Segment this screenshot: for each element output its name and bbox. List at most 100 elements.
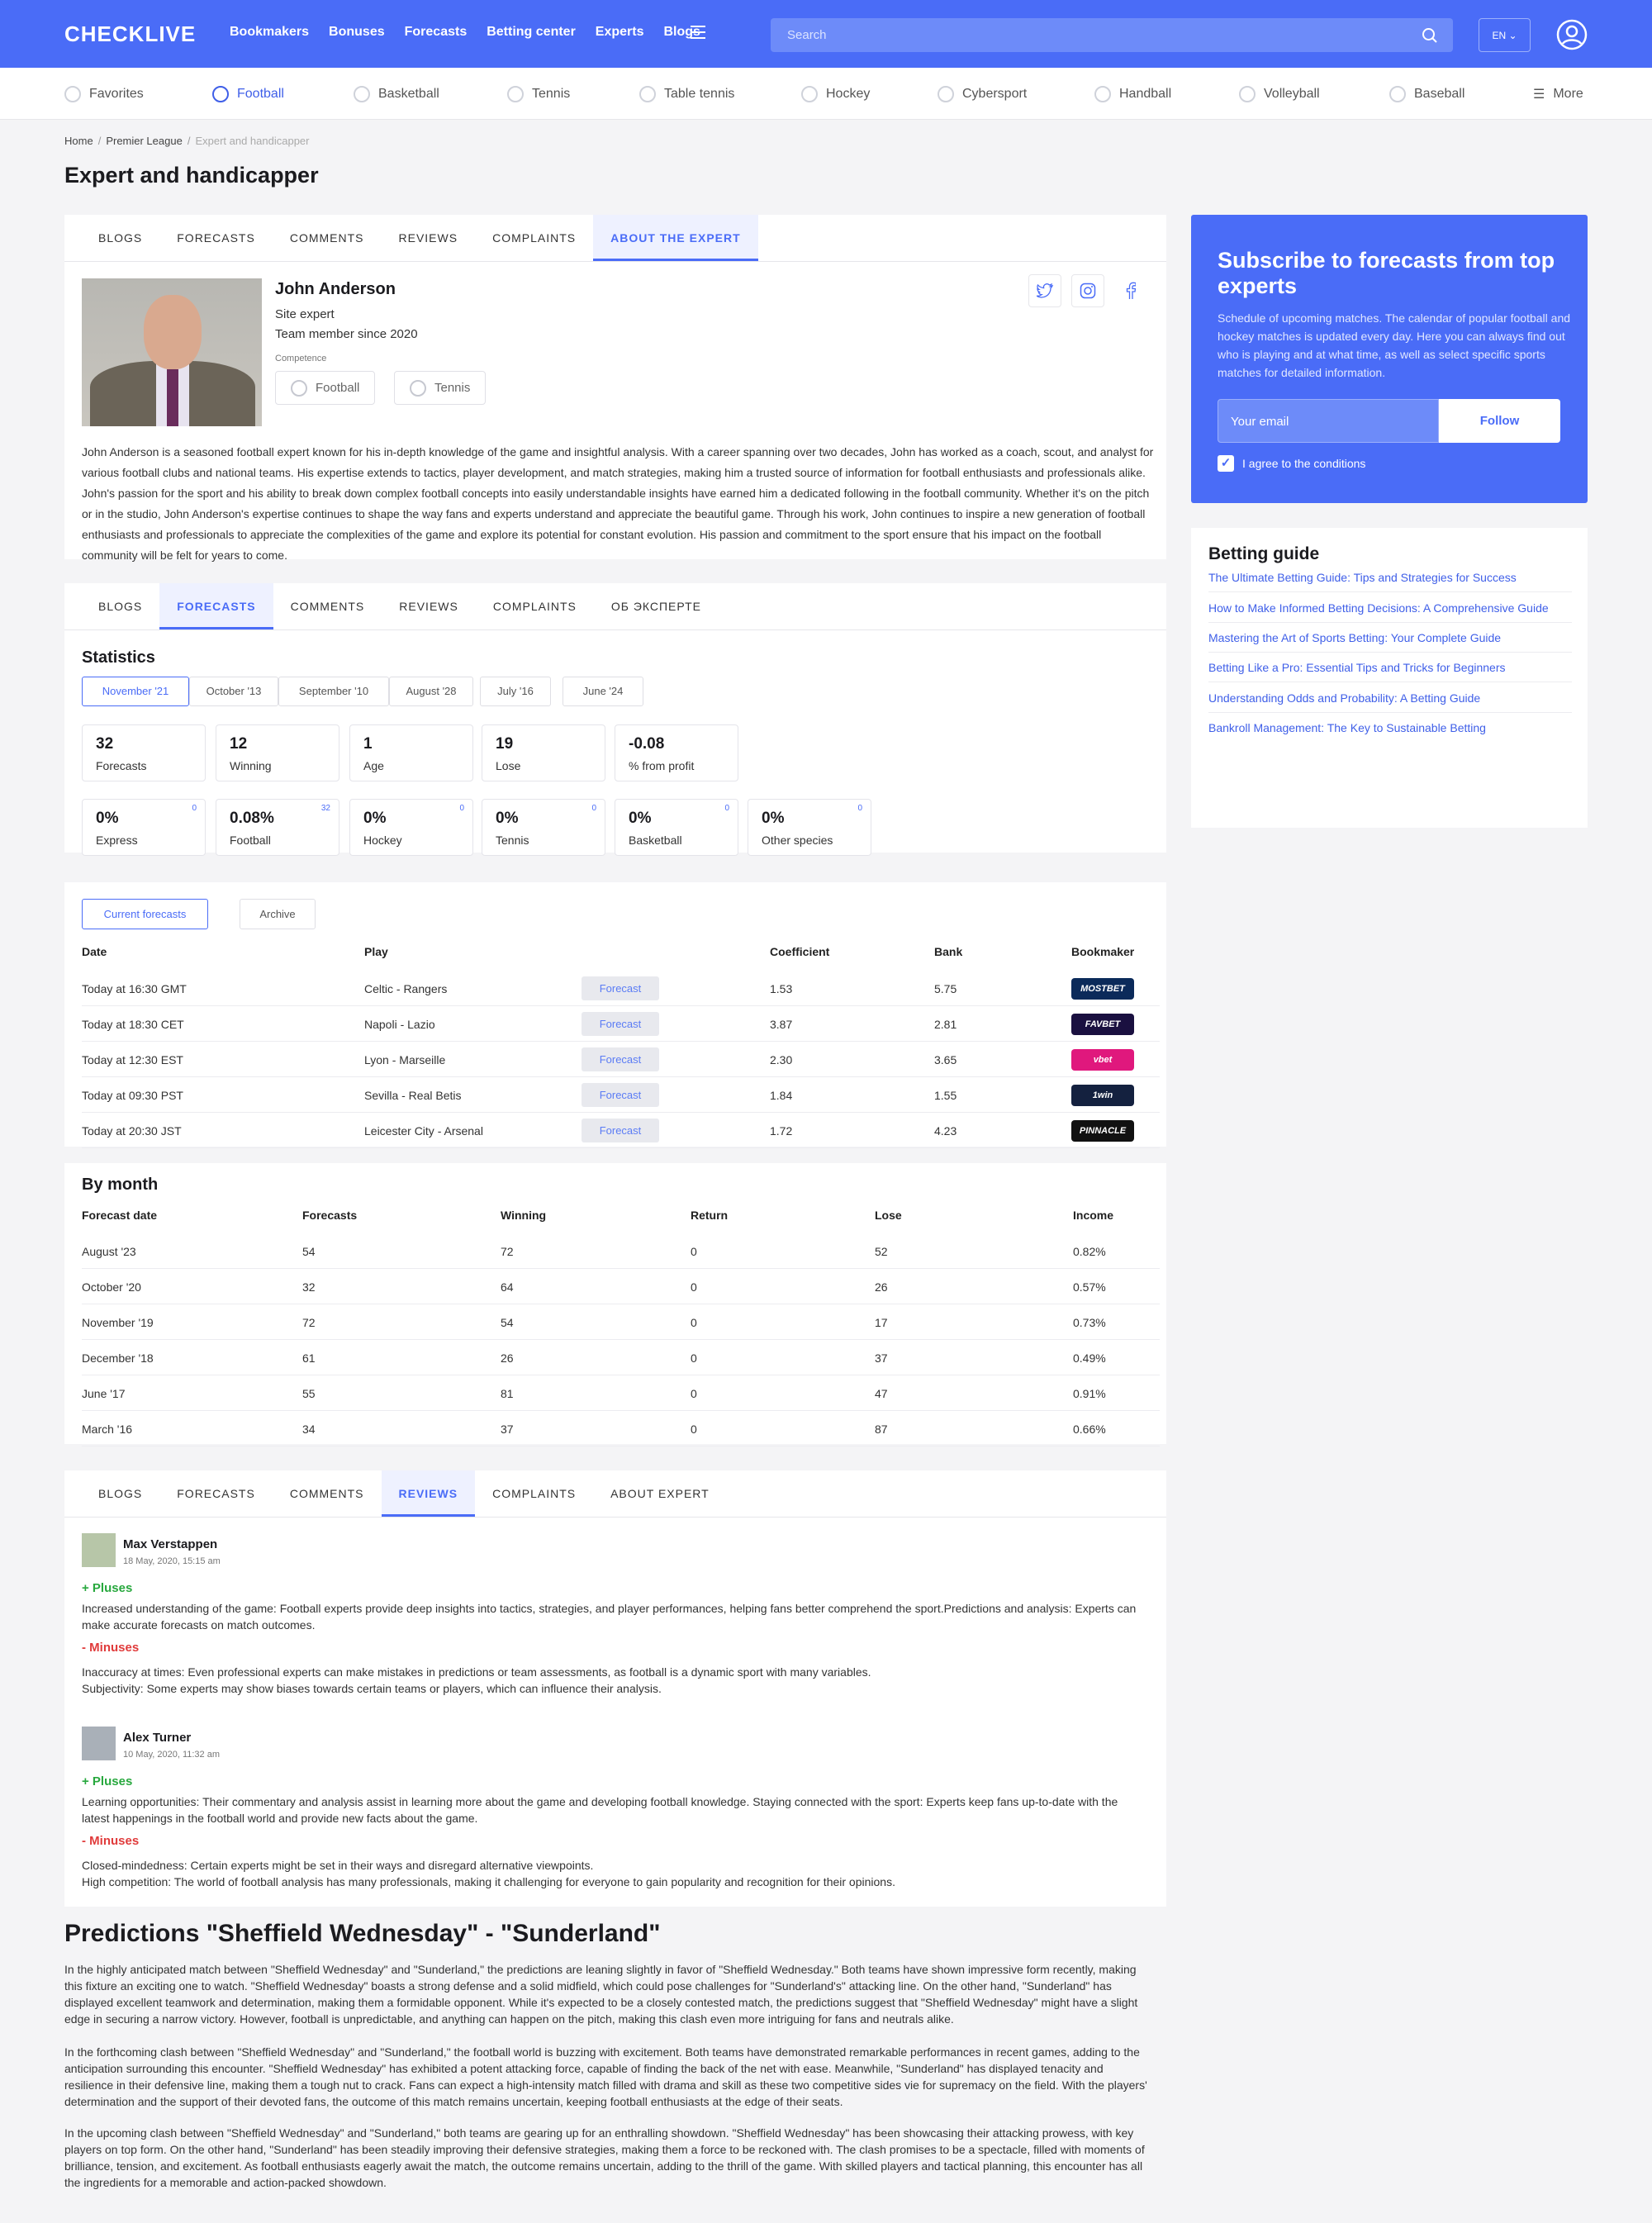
- tab-reviews[interactable]: Reviews: [381, 1470, 476, 1517]
- bookmaker-logo[interactable]: 1win: [1071, 1085, 1134, 1106]
- period-tab[interactable]: November '21: [82, 677, 189, 706]
- minuses-label: - Minuses: [82, 1641, 140, 1655]
- nav-bookmakers[interactable]: Bookmakers: [230, 25, 309, 40]
- month-cell: 64: [501, 1280, 514, 1294]
- instagram-icon[interactable]: [1071, 274, 1104, 307]
- tab-blogs[interactable]: Blogs: [81, 1470, 159, 1517]
- expert-bio: John Anderson is a seasoned football exp…: [82, 445, 1154, 562]
- guide-link[interactable]: Mastering the Art of Sports Betting: You…: [1208, 631, 1572, 653]
- current-forecasts-button[interactable]: Current forecasts: [82, 899, 208, 929]
- sport-cybersport[interactable]: Cybersport: [938, 86, 1027, 102]
- sport-label: Cybersport: [962, 87, 1028, 101]
- tab-forecasts[interactable]: Forecasts: [159, 1470, 273, 1517]
- follow-button[interactable]: Follow: [1439, 399, 1560, 443]
- tab-reviews[interactable]: Reviews: [382, 215, 476, 261]
- sport-table-tennis[interactable]: Table tennis: [639, 86, 734, 102]
- guide-link[interactable]: The Ultimate Betting Guide: Tips and Str…: [1208, 571, 1572, 592]
- user-icon[interactable]: [1556, 19, 1588, 50]
- month-cell: 0: [691, 1351, 697, 1365]
- site-logo[interactable]: CHECKLIVE: [64, 21, 196, 47]
- pluses-text: Increased understanding of the game: Foo…: [82, 1602, 1137, 1632]
- forecast-button[interactable]: Forecast: [582, 1047, 659, 1071]
- nav-experts[interactable]: Experts: [596, 25, 644, 40]
- stat-other: 0% Other species 0: [748, 799, 871, 856]
- email-field[interactable]: Your email: [1218, 399, 1439, 443]
- table-row: Today at 09:30 PST Sevilla - Real Betis Fo…: [82, 1077, 1160, 1113]
- tab-blogs[interactable]: Blogs: [81, 583, 159, 629]
- agree-checkbox[interactable]: ✓ I agree to the conditions: [1218, 455, 1365, 472]
- tab-blogs[interactable]: Blogs: [81, 215, 159, 261]
- tab-about-expert[interactable]: About expert: [593, 1470, 727, 1517]
- sport-volleyball[interactable]: Volleyball: [1239, 86, 1320, 102]
- table-row: Today at 18:30 CET Napoli - Lazio Forecast…: [82, 1006, 1160, 1042]
- table-row: October '20 32 64 0 26 0.57%: [82, 1269, 1160, 1304]
- forecast-button[interactable]: Forecast: [582, 1083, 659, 1107]
- month-cell: 0.49%: [1073, 1351, 1106, 1365]
- guide-link[interactable]: How to Make Informed Betting Decisions: …: [1208, 601, 1572, 623]
- search-input[interactable]: Search: [771, 18, 1453, 52]
- stat-value: 19: [496, 735, 514, 753]
- forecast-button[interactable]: Forecast: [582, 1119, 659, 1142]
- col-forecast-date: Forecast date: [82, 1209, 158, 1222]
- period-tab[interactable]: August '28: [389, 677, 473, 706]
- tab-about-expert[interactable]: Об эксперте: [594, 583, 719, 629]
- nav-forecasts[interactable]: Forecasts: [405, 25, 468, 40]
- forecast-button[interactable]: Forecast: [582, 1012, 659, 1036]
- tab-comments[interactable]: Comments: [273, 583, 382, 629]
- table-row: Today at 16:30 GMT Celtic - Rangers Foreca…: [82, 971, 1160, 1006]
- forecast-bank: 2.81: [934, 1018, 957, 1031]
- tab-forecasts[interactable]: Forecasts: [159, 215, 273, 261]
- stat-label: Age: [363, 759, 384, 772]
- archive-button[interactable]: Archive: [240, 899, 316, 929]
- month-cell: 34: [302, 1423, 316, 1436]
- nav-bonuses[interactable]: Bonuses: [329, 25, 385, 40]
- tab-forecasts[interactable]: Forecasts: [159, 583, 273, 629]
- tab-complaints[interactable]: Complaints: [476, 583, 594, 629]
- month-cell: 72: [501, 1245, 514, 1258]
- bookmaker-logo[interactable]: vbet: [1071, 1049, 1134, 1071]
- sport-tennis[interactable]: Tennis: [507, 86, 570, 102]
- breadcrumb-home[interactable]: Home: [64, 135, 93, 147]
- forecast-play: Napoli - Lazio: [364, 1018, 435, 1031]
- guide-link[interactable]: Bankroll Management: The Key to Sustaina…: [1208, 721, 1572, 742]
- period-tab[interactable]: October '13: [189, 677, 278, 706]
- tab-comments[interactable]: Comments: [273, 1470, 382, 1517]
- guide-link[interactable]: Betting Like a Pro: Essential Tips and T…: [1208, 661, 1572, 682]
- facebook-icon[interactable]: [1114, 274, 1147, 307]
- period-tab[interactable]: September '10: [278, 677, 389, 706]
- tab-comments[interactable]: Comments: [273, 215, 382, 261]
- sport-hockey[interactable]: Hockey: [801, 86, 870, 102]
- period-tab[interactable]: July '16: [480, 677, 551, 706]
- stat-age: 1 Age: [349, 724, 473, 781]
- tab-about-expert[interactable]: About the expert: [593, 215, 758, 261]
- search-icon[interactable]: [1422, 27, 1438, 44]
- stat-label: Hockey: [363, 834, 402, 847]
- sport-more[interactable]: ☰ More: [1533, 86, 1583, 102]
- bookmaker-logo[interactable]: PINNACLE: [1071, 1120, 1134, 1142]
- menu-icon[interactable]: [691, 26, 705, 39]
- twitter-icon[interactable]: [1028, 274, 1061, 307]
- sport-baseball[interactable]: Baseball: [1389, 86, 1464, 102]
- period-tab[interactable]: June '24: [563, 677, 643, 706]
- forecast-date: Today at 16:30 GMT: [82, 982, 187, 995]
- breadcrumb-league[interactable]: Premier League: [106, 135, 183, 147]
- language-select[interactable]: EN ⌄: [1479, 18, 1531, 52]
- forecast-button[interactable]: Forecast: [582, 976, 659, 1000]
- bookmaker-logo[interactable]: FAVBET: [1071, 1014, 1134, 1035]
- nav-betting-center[interactable]: Betting center: [487, 25, 576, 40]
- agree-label: I agree to the conditions: [1242, 457, 1366, 470]
- bookmaker-logo[interactable]: MOSTBET: [1071, 978, 1134, 1000]
- heart-icon: [64, 86, 81, 102]
- sport-handball[interactable]: Handball: [1094, 86, 1171, 102]
- statistics-title: Statistics: [82, 648, 155, 667]
- tab-reviews[interactable]: Reviews: [382, 583, 476, 629]
- sport-basketball[interactable]: Basketball: [354, 86, 439, 102]
- tab-complaints[interactable]: Complaints: [475, 1470, 593, 1517]
- sport-favorites[interactable]: Favorites: [64, 86, 144, 102]
- guide-link[interactable]: Understanding Odds and Probability: A Be…: [1208, 691, 1572, 713]
- table-tennis-icon: [639, 86, 656, 102]
- table-row: November '19 72 54 0 17 0.73%: [82, 1304, 1160, 1340]
- volleyball-icon: [1239, 86, 1256, 102]
- sport-football[interactable]: Football: [212, 86, 284, 102]
- tab-complaints[interactable]: Complaints: [475, 215, 593, 261]
